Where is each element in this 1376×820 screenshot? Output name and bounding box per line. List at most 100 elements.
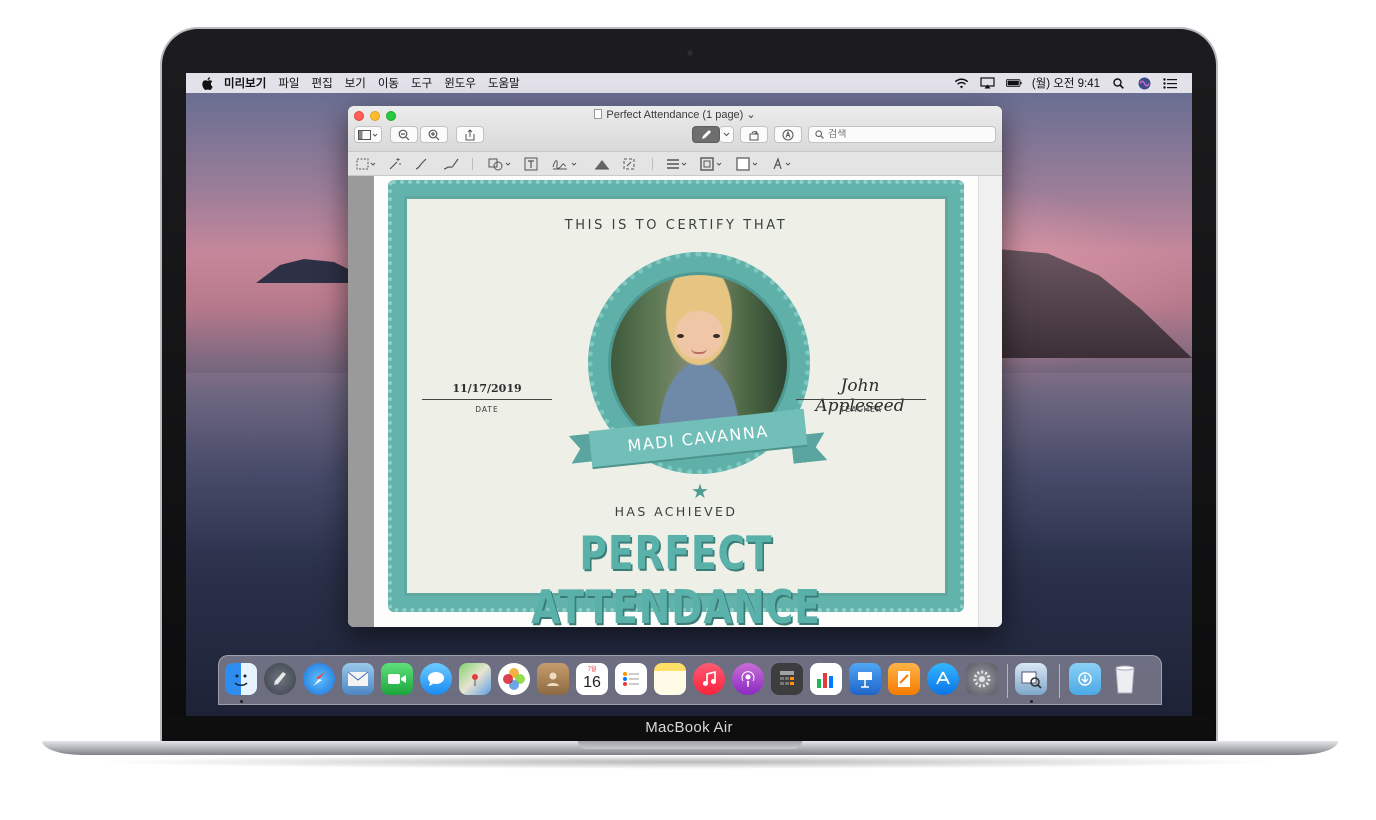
search-icon [815,130,824,139]
signature-icon[interactable] [552,156,580,172]
scrollbar[interactable] [978,176,1002,627]
instant-alpha-icon[interactable] [388,156,402,172]
rotate-button[interactable] [740,126,768,143]
menu-bar: 미리보기 파일 편집 보기 이동 도구 윈도우 도움말 (월) 오전 9:41 [186,73,1192,93]
adjust-size-icon[interactable] [622,156,636,172]
menu-status-area: (월) 오전 9:41 [954,75,1192,91]
dock-separator [1007,664,1008,698]
running-indicator [240,700,243,703]
launchpad-icon[interactable] [264,663,296,695]
finder-icon[interactable] [225,663,257,695]
document-icon [594,109,603,119]
text-box-icon[interactable] [524,156,538,172]
menu-go[interactable]: 이동 [378,75,399,91]
border-color-icon[interactable] [700,156,726,172]
music-icon[interactable] [693,663,725,695]
mail-icon[interactable] [342,663,374,695]
markup-toolbar [348,152,1002,176]
pages-icon[interactable] [888,663,920,695]
apple-menu-icon[interactable] [200,76,214,90]
has-achieved-text: HAS ACHIEVED [614,504,738,519]
running-indicator [1030,700,1033,703]
date-value: 11/17/2019 [452,382,522,395]
wifi-icon[interactable] [954,77,970,89]
notification-center-icon[interactable] [1162,77,1178,89]
star-icon: ★ [691,481,709,503]
date-caption: DATE [475,405,499,414]
search-field[interactable] [808,126,996,143]
downloads-folder-icon[interactable] [1069,663,1101,695]
date-line [422,399,552,400]
preview-icon[interactable] [1015,663,1047,695]
menu-tools[interactable]: 도구 [411,75,432,91]
menu-window[interactable]: 윈도우 [444,75,476,91]
calendar-icon[interactable]: 7월 16 [576,663,608,695]
photo-eye-left [677,334,684,338]
app-store-icon[interactable] [927,663,959,695]
shapes-icon[interactable] [488,156,514,172]
spotlight-search-icon[interactable] [1110,77,1126,89]
window-title-text: Perfect Attendance (1 page) [606,109,744,121]
safari-icon[interactable] [303,663,335,695]
window-titlebar[interactable]: Perfect Attendance (1 page) ⌄ [348,106,1002,152]
teacher-line [796,399,926,400]
dock: 7월 16 [218,655,1162,705]
toolbar-divider [652,158,653,170]
camera-icon [686,49,694,57]
model-label: MacBook Air [645,719,733,736]
sketch-icon[interactable] [414,156,430,172]
calculator-icon[interactable] [771,663,803,695]
pen-tool-button[interactable] [692,126,720,143]
menu-clock[interactable]: (월) 오전 9:41 [1032,75,1100,91]
maps-icon[interactable] [459,663,491,695]
menu-file[interactable]: 파일 [278,75,299,91]
contacts-icon[interactable] [537,663,569,695]
menu-help[interactable]: 도움말 [488,75,520,91]
menu-edit[interactable]: 편집 [312,75,333,91]
screen: 미리보기 파일 편집 보기 이동 도구 윈도우 도움말 (월) 오전 9:41 [186,73,1192,716]
toolbar-divider [472,158,473,170]
zoom-out-button[interactable] [390,126,418,143]
messages-icon[interactable] [420,663,452,695]
sidebar-toggle-button[interactable] [354,126,382,143]
facetime-icon[interactable] [381,663,413,695]
student-name: MADI CAVANNA [626,421,770,455]
dock-separator [1059,664,1060,698]
laptop-shadow [90,755,1286,769]
adjust-color-icon[interactable] [594,156,610,172]
menu-view[interactable]: 보기 [345,75,366,91]
certificate-header: THIS IS TO CERTIFY THAT [564,218,788,233]
notes-icon[interactable] [654,663,686,695]
draw-icon[interactable] [442,156,460,172]
search-input[interactable] [828,129,978,140]
photos-icon[interactable] [498,663,530,695]
window-title[interactable]: Perfect Attendance (1 page) ⌄ [348,108,1002,121]
award-title: PERFECT ATTENDANCE [531,526,821,627]
share-button[interactable] [456,126,484,143]
siri-icon[interactable] [1136,77,1152,89]
keynote-icon[interactable] [849,663,881,695]
chevron-down-icon: ⌄ [743,109,756,121]
battery-icon[interactable] [1005,77,1022,89]
airplay-icon[interactable] [980,77,996,89]
document-view[interactable]: THIS IS TO CERTIFY THAT MADI CAVANNA ★ H… [348,176,1002,627]
numbers-icon[interactable] [810,663,842,695]
markup-toolbar-button[interactable] [774,126,802,143]
text-style-icon[interactable] [772,156,796,172]
pen-tool-menu-button[interactable] [720,126,734,143]
trash-icon[interactable] [1109,663,1141,695]
pdf-page: THIS IS TO CERTIFY THAT MADI CAVANNA ★ H… [374,176,978,627]
fill-color-icon[interactable] [736,156,762,172]
calendar-month: 7월 [587,666,597,673]
system-preferences-icon[interactable] [966,663,998,695]
podcasts-icon[interactable] [732,663,764,695]
menu-app-name[interactable]: 미리보기 [224,75,266,91]
teacher-caption: TEACHER [839,405,883,414]
laptop-hinge-notch [578,741,802,749]
shape-style-icon[interactable] [666,156,690,172]
photo-eye-right [713,334,720,338]
zoom-in-button[interactable] [420,126,448,143]
rect-selection-icon[interactable] [356,156,378,172]
preview-window: Perfect Attendance (1 page) ⌄ 검색 THIS IS… [348,106,1002,627]
reminders-icon[interactable] [615,663,647,695]
